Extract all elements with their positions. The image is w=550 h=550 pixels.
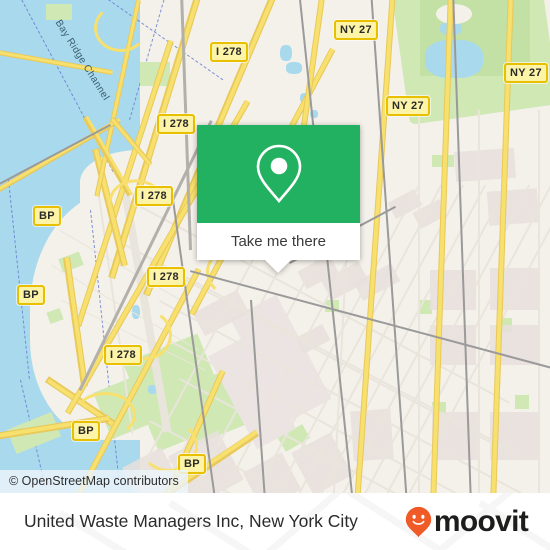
inland-water [280,45,292,61]
screenshot-root: Bay Ridge Channel I 278 NY 27 NY 27 NY 27 I … [0,0,550,550]
map-pin-icon [256,144,301,204]
moovit-brand[interactable]: moovit [405,504,529,538]
street-minor [478,110,480,493]
map-canvas[interactable]: Bay Ridge Channel I 278 NY 27 NY 27 NY 27 I … [0,0,550,493]
highway-shield: BP [72,421,100,441]
park-green-small [46,4,72,20]
park-green-small [515,395,529,409]
street-minor [538,110,540,493]
popup-image-panel [197,125,360,223]
highway-shield: NY 27 [504,63,548,83]
popup-tail [265,260,291,273]
location-popup[interactable]: Take me there [197,125,360,273]
highway-shield: NY 27 [386,96,430,116]
moovit-wordmark: moovit [433,504,529,538]
highway-shield: I 278 [147,267,185,287]
moovit-pin-smiley-icon [405,506,432,537]
inland-water [286,62,302,74]
highway-shield: I 278 [104,345,142,365]
highway-shield: I 278 [210,42,248,62]
highway-shield: I 278 [157,114,195,134]
location-title: United Waste Managers Inc, New York City [24,511,358,531]
highway-shield: BP [17,285,45,305]
highway-shield: BP [33,206,61,226]
interchange-loop [94,4,148,52]
highway-shield: I 278 [135,186,173,206]
street-minor [418,110,420,493]
take-me-there-button[interactable]: Take me there [197,223,360,260]
footer-bar: United Waste Managers Inc, New York City… [0,493,550,550]
map-attribution[interactable]: © OpenStreetMap contributors [0,470,188,493]
footer: United Waste Managers Inc, New York City… [0,493,550,550]
highway-shield: NY 27 [334,20,378,40]
